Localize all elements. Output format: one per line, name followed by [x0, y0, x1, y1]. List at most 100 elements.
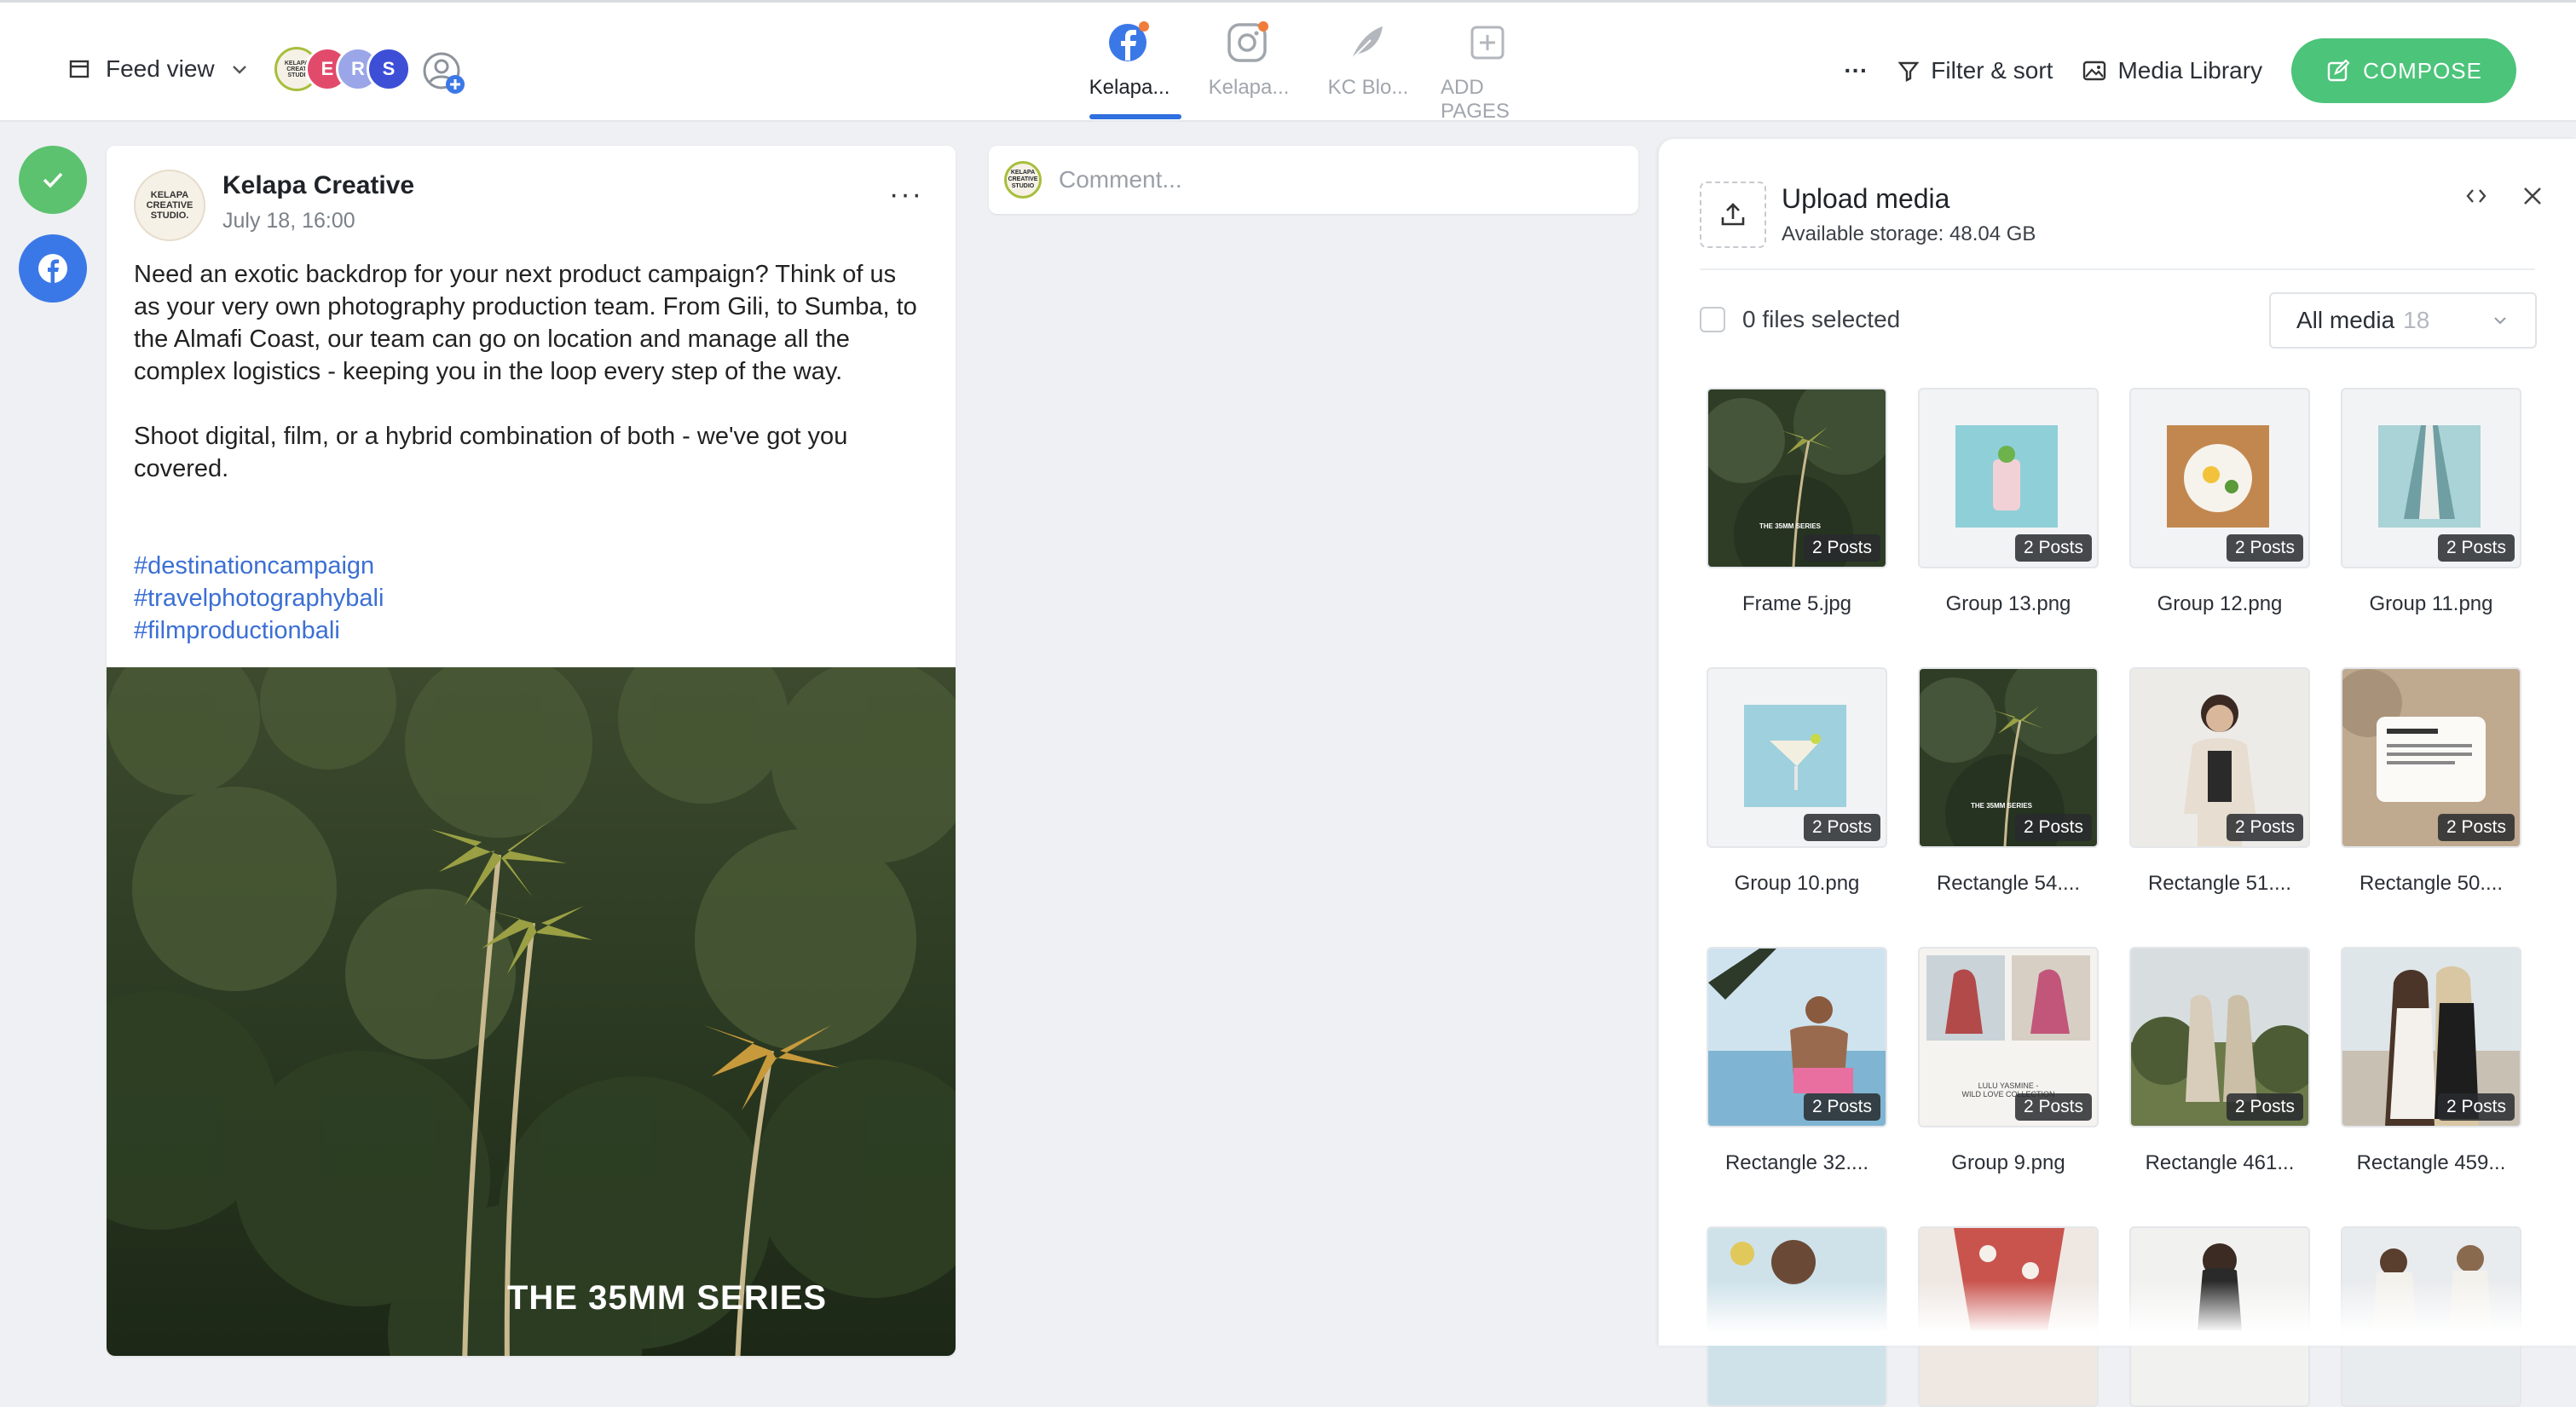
media-tile[interactable]: THE 35MM SERIES 2 Posts [1707, 388, 1887, 568]
jungle-photo [107, 667, 956, 1356]
image-caption: THE 35MM SERIES [507, 1279, 828, 1317]
tile-caption: THE 35MM SERIES [1971, 802, 2033, 810]
post-date: July 18, 16:00 [222, 209, 355, 233]
hashtag-list: #destinationcampaign #travelphotographyb… [134, 550, 384, 647]
image-icon [2083, 61, 2106, 81]
team-avatars[interactable]: KELAPA CREAT STUDI E R S [274, 47, 411, 91]
instagram-icon [1227, 21, 1268, 62]
storage-info: Available storage: 48.04 GB [1782, 222, 2036, 245]
add-user-icon [423, 52, 465, 94]
select-all-checkbox[interactable] [1700, 307, 1725, 332]
tab-page-instagram[interactable]: Kelapa... [1202, 20, 1296, 124]
tab-page-blog[interactable]: KC Blo... [1321, 20, 1415, 124]
media-filename: Rectangle 459... [2356, 1151, 2506, 1174]
media-tile[interactable]: 2 Posts [1707, 667, 1887, 848]
media-tile[interactable]: 2 Posts [2341, 947, 2521, 1127]
page-name: Kelapa Creative [222, 171, 415, 199]
media-filter-dropdown[interactable]: All media 18 [2269, 292, 2537, 349]
feed-view-label: Feed view [106, 55, 215, 82]
commenter-avatar: KELAPA CREATIVE STUDIO [1004, 161, 1042, 199]
hashtag-link[interactable]: #filmproductionbali [134, 614, 384, 647]
tab-label: ADD PAGES [1441, 76, 1510, 123]
media-library-panel: Upload media Available storage: 48.04 GB… [1659, 139, 2576, 1407]
media-thumbnail [2167, 425, 2269, 528]
filter-sort-label: Filter & sort [1931, 57, 2053, 84]
panel-controls [2463, 183, 2545, 209]
tab-add-pages[interactable]: ADD PAGES [1441, 20, 1534, 124]
media-tile[interactable]: 2 Posts [2129, 667, 2310, 848]
divider [1700, 268, 2535, 270]
approved-status-button[interactable] [19, 146, 87, 214]
post-card: KELAPA CREATIVE STUDIO. Kelapa Creative … [107, 146, 956, 1356]
media-filename: Group 9.png [1951, 1151, 2065, 1174]
toolbar-actions: ··· Filter & sort Media Library COMPOSE [1844, 38, 2516, 103]
post-count-badge: 2 Posts [2014, 814, 2092, 841]
edit-icon [2327, 59, 2350, 82]
panel-title: Upload media [1782, 183, 1950, 214]
post-paragraph: Need an exotic backdrop for your next pr… [134, 261, 917, 385]
media-tile[interactable]: 2 Posts [2129, 388, 2310, 568]
filter-sort-button[interactable]: Filter & sort [1897, 57, 2053, 84]
media-filename: Rectangle 461... [2145, 1151, 2295, 1174]
top-bar: Feed view KELAPA CREAT STUDI E R S Kelap… [0, 3, 2576, 124]
filter-label: All media [2296, 307, 2395, 333]
media-tile[interactable]: 2 Posts [2129, 947, 2310, 1127]
media-tile[interactable]: 2 Posts [1707, 947, 1887, 1127]
media-tile[interactable]: 2 Posts [2341, 667, 2521, 848]
add-user-button[interactable] [421, 50, 469, 98]
hashtag-link[interactable]: #travelphotographybali [134, 582, 384, 614]
post-count-badge: 2 Posts [1803, 534, 1880, 562]
post-image[interactable] [107, 667, 956, 1356]
media-tile[interactable]: THE 35MM SERIES 2 Posts [1918, 667, 2099, 848]
media-filename: Rectangle 32.... [1724, 1151, 1869, 1174]
post-count-badge: 2 Posts [1803, 814, 1880, 841]
post-count-badge: 2 Posts [2014, 1093, 2092, 1121]
media-filename: Rectangle 50.... [2359, 872, 2504, 895]
facebook-icon [1109, 21, 1149, 61]
media-filename: Group 10.png [1734, 872, 1860, 895]
more-options-button[interactable]: ··· [1844, 57, 1868, 84]
media-thumbnail [1744, 705, 1846, 807]
active-tab-indicator [1089, 114, 1181, 119]
compose-button[interactable]: COMPOSE [2291, 38, 2516, 103]
facebook-icon [38, 254, 67, 283]
comment-input[interactable]: Comment... [1059, 166, 1182, 193]
post-count-badge: 2 Posts [2437, 1093, 2515, 1121]
post-count-badge: 2 Posts [2437, 814, 2515, 841]
filter-count: 18 [2403, 307, 2430, 333]
layout-icon [69, 60, 90, 78]
post-count-badge: 2 Posts [2437, 534, 2515, 562]
post-count-badge: 2 Posts [2226, 814, 2303, 841]
feather-icon [1351, 26, 1383, 60]
tab-page-facebook[interactable]: Kelapa... [1083, 20, 1176, 124]
page-tabs: Kelapa... Kelapa... KC Blo... ADD PAGES [1083, 20, 1534, 124]
chevron-down-icon [2494, 317, 2506, 325]
media-thumbnail [2378, 425, 2481, 528]
facebook-channel-button[interactable] [19, 234, 87, 303]
expand-icon[interactable] [2463, 183, 2489, 209]
comment-box[interactable]: KELAPA CREATIVE STUDIO Comment... [989, 146, 1638, 214]
post-paragraph: Shoot digital, film, or a hybrid combina… [134, 423, 848, 482]
selected-count: 0 files selected [1742, 306, 1901, 332]
tab-label: Kelapa... [1208, 76, 1290, 99]
media-filename: Rectangle 51.... [2147, 872, 2292, 895]
media-tile[interactable]: 2 Posts [1918, 388, 2099, 568]
tile-caption: THE 35MM SERIES [1759, 522, 1822, 530]
close-icon[interactable] [2520, 183, 2545, 209]
upload-icon [1721, 203, 1745, 226]
media-tile[interactable]: 2 Posts [2341, 388, 2521, 568]
compose-label: COMPOSE [2363, 57, 2482, 84]
media-filename: Group 12.png [2157, 592, 2283, 615]
add-square-icon [1470, 26, 1505, 60]
upload-button[interactable] [1700, 182, 1766, 248]
post-more-button[interactable]: ··· [889, 178, 923, 211]
post-count-badge: 2 Posts [2226, 1093, 2303, 1121]
media-tile[interactable]: LULU YASMINE - WILD LOVE COLLECTION 2 Post… [1918, 947, 2099, 1127]
post-body: Need an exotic backdrop for your next pr… [134, 258, 927, 517]
feed-view-selector[interactable]: Feed view [68, 55, 249, 83]
media-library-button[interactable]: Media Library [2082, 57, 2262, 84]
hashtag-link[interactable]: #destinationcampaign [134, 550, 384, 582]
avatar[interactable]: S [367, 47, 411, 91]
media-filename: Rectangle 54.... [1936, 872, 2081, 895]
post-count-badge: 2 Posts [2014, 534, 2092, 562]
